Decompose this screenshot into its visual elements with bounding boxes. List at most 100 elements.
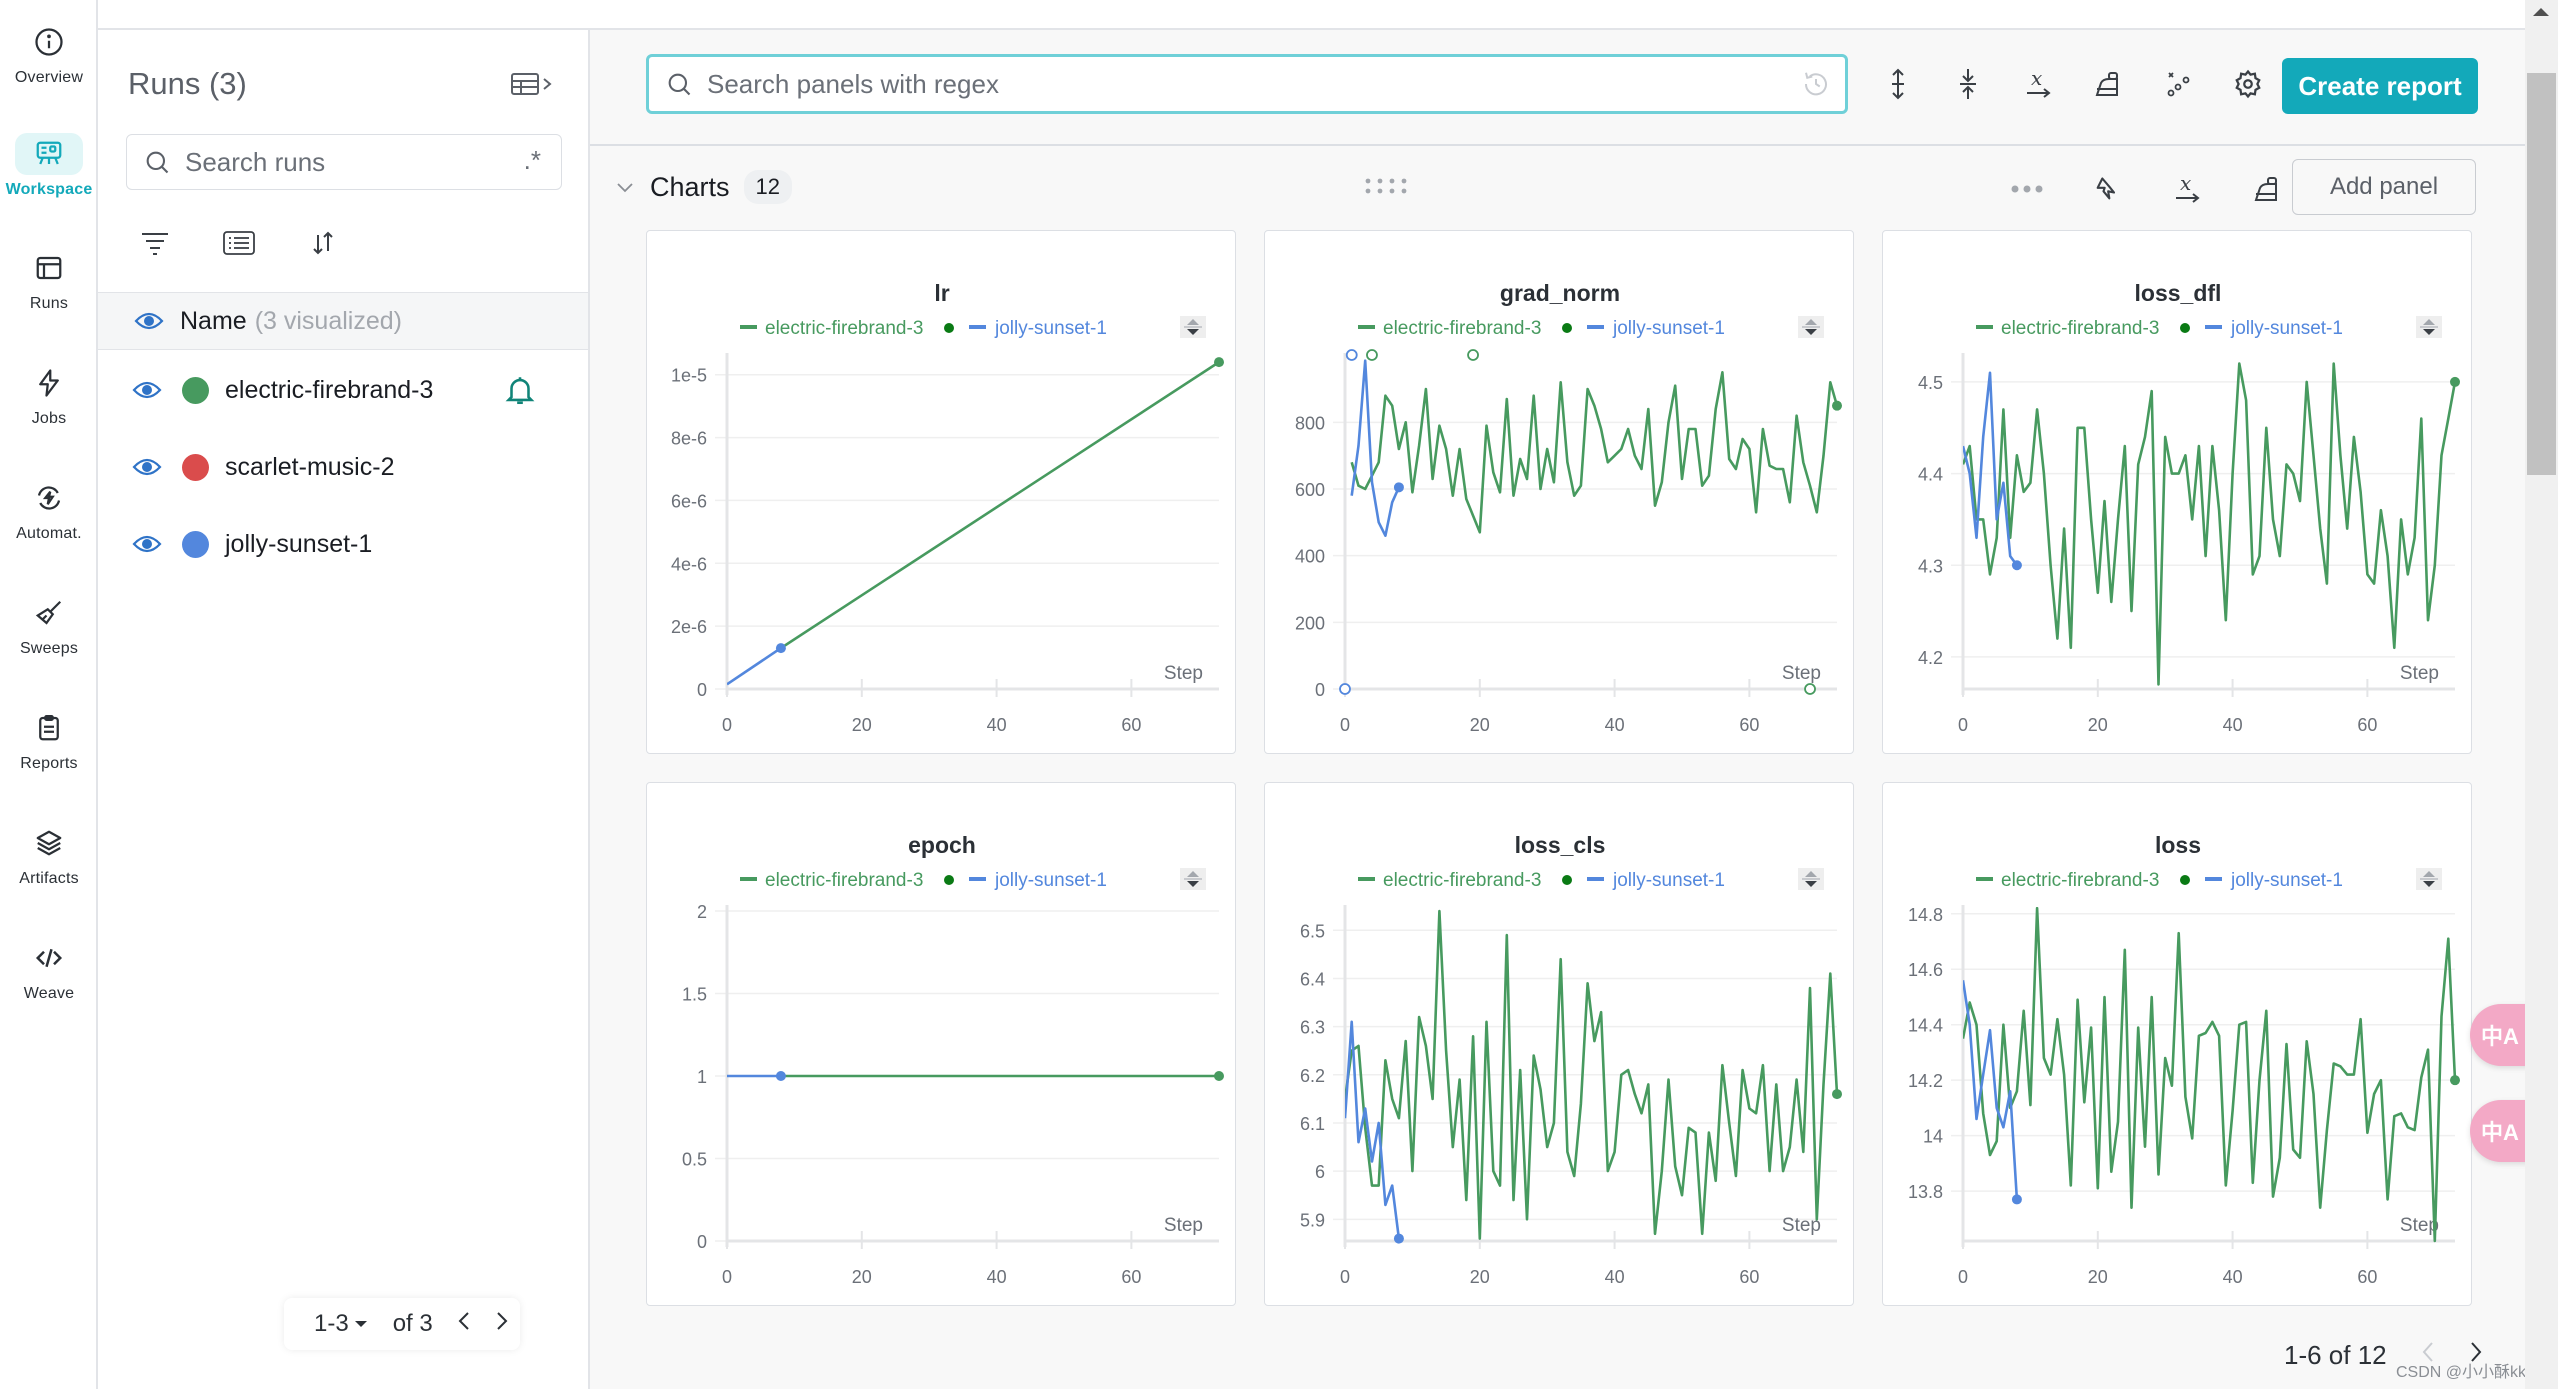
run-color-swatch[interactable]: [182, 376, 209, 404]
legend-sort-icon[interactable]: [1798, 316, 1824, 338]
sort-button[interactable]: [306, 226, 340, 260]
legend-sort-icon[interactable]: [2416, 868, 2442, 890]
nav-item-artifacts[interactable]: Artifacts: [6, 807, 92, 902]
history-icon[interactable]: [1801, 69, 1831, 104]
run-color-swatch[interactable]: [182, 453, 209, 481]
x-tick-label: 40: [987, 1267, 1007, 1287]
series-end-point: [1393, 1233, 1404, 1244]
legend-sort-icon[interactable]: [2416, 316, 2442, 338]
bell-icon[interactable]: [503, 373, 537, 407]
run-row[interactable]: scarlet-music-2: [98, 437, 588, 497]
series-line-electric-firebrand-3[interactable]: [1350, 371, 1839, 534]
scroll-up-arrow[interactable]: [2533, 8, 2549, 16]
x-tick-label: 40: [2223, 1267, 2243, 1287]
section-smoothing-button[interactable]: [2250, 172, 2284, 206]
chart-legend[interactable]: electric-firebrand-3 jolly-sunset-1: [1358, 870, 1725, 891]
series-end-point: [2450, 1075, 2460, 1086]
outliers-button[interactable]: [2160, 64, 2196, 104]
nav-label: Jobs: [31, 409, 67, 427]
chart-panel-lr[interactable]: lr electric-firebrand-3 jolly-sunset-1 0 2e-…: [646, 230, 1236, 754]
chart-panel-grad-norm[interactable]: grad_norm electric-firebrand-3 jolly-sunse…: [1264, 230, 1854, 754]
group-button[interactable]: [222, 226, 256, 260]
collapse-sections-button[interactable]: [1950, 64, 1986, 104]
section-more-button[interactable]: [2010, 172, 2044, 206]
add-panel-button[interactable]: Add panel: [2292, 159, 2476, 215]
page-scrollbar[interactable]: [2525, 0, 2558, 1389]
nav-item-workspace[interactable]: Workspace: [6, 118, 92, 213]
y-tick-label: 200: [1295, 613, 1325, 633]
search-runs-field[interactable]: .*: [126, 134, 562, 190]
section-x-axis-button[interactable]: x: [2170, 172, 2204, 206]
chevron-down-icon[interactable]: [614, 176, 636, 198]
nav-item-reports[interactable]: Reports: [6, 692, 92, 787]
filter-button[interactable]: [138, 226, 172, 260]
x-axis-button[interactable]: x: [2020, 64, 2056, 104]
run-name[interactable]: jolly-sunset-1: [225, 530, 372, 559]
legend-sort-icon[interactable]: [1180, 868, 1206, 890]
eye-icon[interactable]: [132, 534, 162, 554]
series-line-jolly-sunset-1[interactable]: [1345, 1020, 1401, 1239]
nav-item-automations[interactable]: Automat.: [6, 462, 92, 557]
series-line-electric-firebrand-3[interactable]: [1963, 362, 2457, 686]
eye-icon[interactable]: [132, 380, 162, 400]
drag-handle-icon[interactable]: [1364, 176, 1410, 201]
page-size-select[interactable]: 1-3: [314, 1310, 369, 1338]
run-color-swatch[interactable]: [182, 530, 209, 558]
chart-legend[interactable]: electric-firebrand-3 jolly-sunset-1: [1358, 318, 1725, 339]
search-runs-input[interactable]: [185, 146, 485, 178]
series-line-jolly-sunset-1[interactable]: [727, 647, 782, 686]
next-page-button[interactable]: [495, 1310, 509, 1339]
chart-legend[interactable]: electric-firebrand-3 jolly-sunset-1: [1976, 870, 2343, 891]
chart-svg: loss electric-firebrand-3 jolly-sunset-1 13…: [1908, 832, 2460, 1287]
series-line-jolly-sunset-1[interactable]: [1350, 359, 1401, 538]
nav-item-jobs[interactable]: Jobs: [6, 347, 92, 442]
settings-button[interactable]: [2230, 64, 2266, 104]
y-tick-label: 1: [697, 1067, 707, 1087]
x-axis-icon: x: [2027, 67, 2051, 98]
y-tick-label: 4.2: [1918, 648, 1943, 668]
run-name[interactable]: electric-firebrand-3: [225, 376, 433, 405]
expand-runs-table-button[interactable]: [510, 70, 560, 100]
legend-sort-icon[interactable]: [1180, 316, 1206, 338]
charts-section-header[interactable]: Charts 12: [614, 170, 793, 204]
translate-button[interactable]: 中A: [2470, 1100, 2530, 1162]
chart-legend[interactable]: electric-firebrand-3 jolly-sunset-1: [740, 318, 1107, 339]
section-pin-button[interactable]: [2090, 172, 2124, 206]
nav-item-runs[interactable]: Runs: [6, 232, 92, 327]
series-line-electric-firebrand-3[interactable]: [780, 361, 1220, 650]
legend-sort-icon[interactable]: [1798, 868, 1824, 890]
run-row[interactable]: electric-firebrand-3: [98, 360, 588, 420]
nav-item-sweeps[interactable]: Sweeps: [6, 577, 92, 672]
chart-legend[interactable]: electric-firebrand-3 jolly-sunset-1: [1976, 318, 2343, 339]
nav-item-weave[interactable]: Weave: [6, 922, 92, 1017]
chart-svg: grad_norm electric-firebrand-3 jolly-sunse…: [1295, 280, 1842, 735]
chart-panel-loss[interactable]: loss electric-firebrand-3 jolly-sunset-1 13…: [1882, 782, 2472, 1306]
expand-sections-button[interactable]: [1880, 64, 1916, 104]
run-name[interactable]: scarlet-music-2: [225, 453, 394, 482]
running-indicator-icon: [1562, 875, 1572, 885]
y-tick-label: 6.4: [1300, 969, 1325, 989]
series-end-point: [2011, 1194, 2022, 1205]
panels-area: x Create report Charts 12 x Add panel lr…: [590, 30, 2525, 1389]
create-report-button[interactable]: Create report: [2282, 58, 2478, 114]
series-end-point: [2450, 376, 2460, 387]
list-icon: [223, 231, 255, 255]
x-tick-label: 20: [2088, 715, 2108, 735]
chart-panel-loss-dfl[interactable]: loss_dfl electric-firebrand-3 jolly-sunset…: [1882, 230, 2472, 754]
smoothing-button[interactable]: [2090, 64, 2126, 104]
scrollbar-thumb[interactable]: [2527, 73, 2556, 475]
eye-icon[interactable]: [132, 457, 162, 477]
search-panels-input[interactable]: [707, 68, 1707, 100]
run-row[interactable]: jolly-sunset-1: [98, 514, 588, 574]
translate-button[interactable]: 中A: [2470, 1004, 2530, 1066]
legend-label: jolly-sunset-1: [2230, 870, 2343, 891]
regex-toggle[interactable]: .*: [524, 145, 541, 176]
nav-item-overview[interactable]: Overview: [6, 6, 92, 101]
search-panels-field[interactable]: [646, 54, 1848, 114]
nav-label: Sweeps: [19, 639, 79, 657]
chart-panel-epoch[interactable]: epoch electric-firebrand-3 jolly-sunset-1 0…: [646, 782, 1236, 1306]
chart-legend[interactable]: electric-firebrand-3 jolly-sunset-1: [740, 870, 1107, 891]
eye-icon[interactable]: [134, 311, 164, 331]
prev-page-button[interactable]: [457, 1310, 471, 1339]
chart-panel-loss-cls[interactable]: loss_cls electric-firebrand-3 jolly-sunset…: [1264, 782, 1854, 1306]
